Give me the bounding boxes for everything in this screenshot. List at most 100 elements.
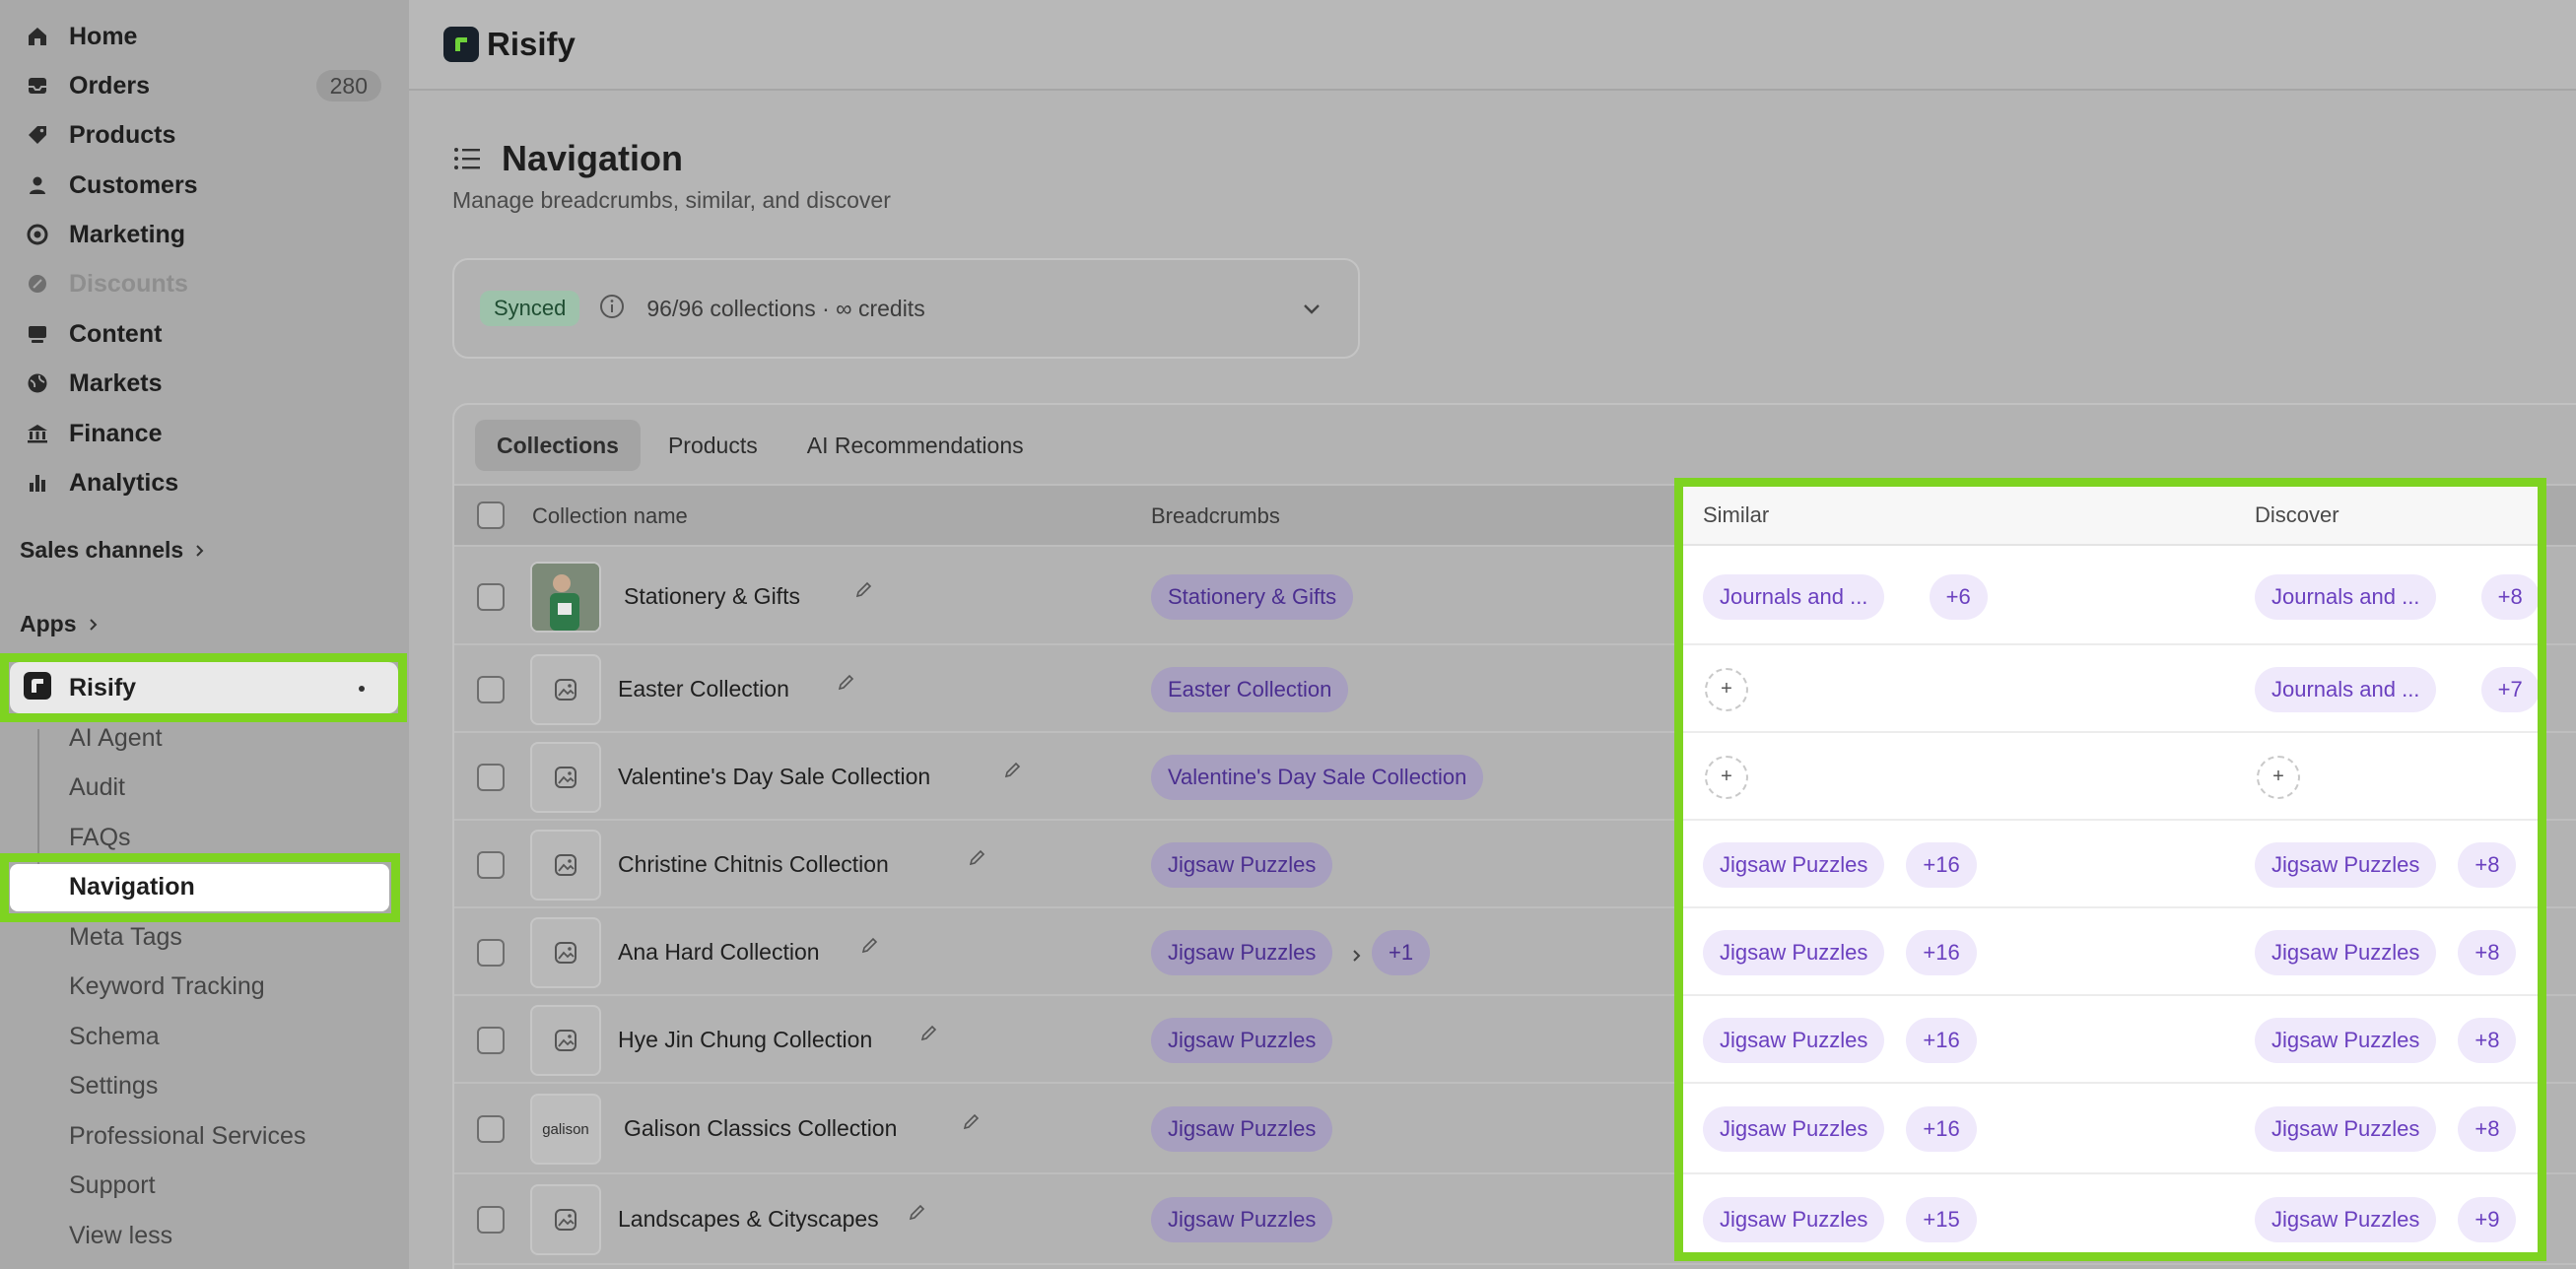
select-all-checkbox[interactable]	[477, 501, 505, 529]
similar-pill[interactable]: Jigsaw Puzzles	[1703, 1197, 1885, 1242]
sub-item-navigation-active[interactable]	[10, 864, 389, 911]
nav-markets[interactable]: Markets	[0, 360, 409, 407]
image-placeholder-icon	[530, 653, 601, 725]
discover-pill[interactable]: Jigsaw Puzzles	[2255, 929, 2437, 975]
apps-header[interactable]: Apps	[20, 611, 101, 637]
similar-more-pill[interactable]: +15	[1906, 1197, 1977, 1242]
sub-item-professional-services[interactable]: Professional Services	[69, 1122, 305, 1151]
row-checkbox[interactable]	[477, 850, 505, 879]
similar-more-pill[interactable]: +16	[1906, 929, 1977, 975]
discover-more-pill[interactable]: +7	[2480, 666, 2538, 712]
bank-icon	[24, 420, 51, 447]
discover-pill[interactable]: Journals and ...	[2255, 574, 2437, 620]
sub-item-keyword-tracking[interactable]: Keyword Tracking	[69, 972, 265, 1001]
breadcrumb-pill[interactable]: Jigsaw Puzzles	[1151, 929, 1333, 975]
breadcrumb-pill[interactable]: Jigsaw Puzzles	[1151, 841, 1333, 888]
nav-discounts[interactable]: Discounts	[0, 260, 409, 307]
sub-item-navigation[interactable]: Navigation	[69, 873, 195, 902]
collection-name[interactable]: Stationery & Gifts	[624, 583, 800, 610]
row-checkbox[interactable]	[477, 1115, 505, 1143]
edit-pencil-icon[interactable]	[962, 1111, 982, 1136]
breadcrumb-pill[interactable]: Jigsaw Puzzles	[1151, 1197, 1333, 1242]
collection-name[interactable]: Easter Collection	[618, 676, 789, 702]
breadcrumb-pill[interactable]: Jigsaw Puzzles	[1151, 1106, 1333, 1152]
row-checkbox[interactable]	[477, 583, 505, 611]
discover-more-pill[interactable]: +8	[2458, 1017, 2517, 1063]
collection-name[interactable]: Christine Chitnis Collection	[618, 851, 889, 878]
sub-item-settings[interactable]: Settings	[69, 1072, 158, 1101]
collection-name[interactable]: Landscapes & Cityscapes	[618, 1206, 879, 1233]
sub-item-faqs[interactable]: FAQs	[69, 824, 131, 852]
nav-orders[interactable]: Orders 280	[0, 62, 409, 109]
similar-more-pill[interactable]: +6	[1929, 574, 1988, 620]
row-checkbox[interactable]	[477, 938, 505, 967]
nav-home[interactable]: Home	[0, 13, 409, 60]
similar-pill[interactable]: Jigsaw Puzzles	[1703, 929, 1885, 975]
discover-more-pill[interactable]: +8	[2458, 1106, 2517, 1152]
discover-pill[interactable]: Jigsaw Puzzles	[2255, 1017, 2437, 1063]
tab-products[interactable]: Products	[646, 420, 780, 471]
discover-pill[interactable]: Jigsaw Puzzles	[2255, 1197, 2437, 1242]
nav-finance[interactable]: Finance	[0, 410, 409, 457]
nav-content[interactable]: Content	[0, 310, 409, 358]
edit-pencil-icon[interactable]	[854, 579, 874, 604]
nav-markets-label: Markets	[69, 368, 163, 397]
collection-name[interactable]: Galison Classics Collection	[624, 1115, 897, 1142]
sub-item-meta-tags[interactable]: Meta Tags	[69, 923, 182, 952]
sub-item-support[interactable]: Support	[69, 1171, 156, 1200]
sub-item-view-less[interactable]: View less	[69, 1222, 172, 1250]
tab-collections[interactable]: Collections	[475, 420, 641, 471]
edit-pencil-icon[interactable]	[908, 1202, 927, 1227]
collection-name[interactable]: Ana Hard Collection	[618, 939, 820, 966]
tab-ai-recommendations[interactable]: AI Recommendations	[785, 420, 1046, 471]
nav-marketing[interactable]: Marketing	[0, 211, 409, 258]
nav-analytics[interactable]: Analytics	[0, 459, 409, 506]
similar-more-pill[interactable]: +16	[1906, 841, 1977, 888]
similar-pill[interactable]: Jigsaw Puzzles	[1703, 1017, 1885, 1063]
risify-app-item[interactable]: Risify	[10, 662, 398, 713]
discover-more-pill[interactable]: +8	[2480, 574, 2538, 620]
collection-name[interactable]: Valentine's Day Sale Collection	[618, 764, 930, 790]
nav-products[interactable]: Products	[0, 111, 409, 159]
breadcrumb-pill[interactable]: Stationery & Gifts	[1151, 574, 1354, 620]
similar-pill[interactable]: Jigsaw Puzzles	[1703, 841, 1885, 888]
nav-customers[interactable]: Customers	[0, 162, 409, 209]
sales-channels-header[interactable]: Sales channels	[20, 537, 207, 564]
row-checkbox[interactable]	[477, 1206, 505, 1234]
similar-add-button[interactable]: +	[1705, 667, 1748, 711]
similar-more-pill[interactable]: +16	[1906, 1106, 1977, 1152]
similar-add-button[interactable]: +	[1705, 755, 1748, 799]
row-checkbox[interactable]	[477, 675, 505, 703]
breadcrumb-more-pill[interactable]: +1	[1372, 929, 1431, 975]
similar-pill[interactable]: Jigsaw Puzzles	[1703, 1106, 1885, 1152]
breadcrumb-pill[interactable]: Valentine's Day Sale Collection	[1151, 754, 1484, 800]
collection-name[interactable]: Hye Jin Chung Collection	[618, 1027, 872, 1053]
chevron-down-icon[interactable]	[1301, 298, 1322, 324]
risify-logo-icon	[443, 27, 479, 62]
discover-add-button[interactable]: +	[2257, 755, 2300, 799]
edit-pencil-icon[interactable]	[919, 1023, 939, 1047]
breadcrumb-pill[interactable]: Easter Collection	[1151, 666, 1349, 712]
row-checkbox[interactable]	[477, 1026, 505, 1054]
row-checkbox[interactable]	[477, 763, 505, 791]
breadcrumb-pill[interactable]: Jigsaw Puzzles	[1151, 1017, 1333, 1063]
discover-more-pill[interactable]: +8	[2458, 929, 2517, 975]
discover-pill[interactable]: Jigsaw Puzzles	[2255, 1106, 2437, 1152]
sub-item-audit[interactable]: Audit	[69, 773, 125, 802]
sub-item-ai-agent[interactable]: AI Agent	[69, 724, 163, 753]
discover-more-pill[interactable]: +8	[2458, 841, 2517, 888]
edit-pencil-icon[interactable]	[860, 935, 880, 960]
similar-pill[interactable]: Journals and ...	[1703, 574, 1885, 620]
tag-icon	[24, 121, 51, 149]
edit-pencil-icon[interactable]	[968, 847, 987, 872]
edit-pencil-icon[interactable]	[1003, 760, 1023, 784]
sub-item-schema[interactable]: Schema	[69, 1023, 160, 1051]
sync-status-card[interactable]: Synced 96/96 collections · ∞ credits	[452, 258, 1360, 359]
discover-more-pill[interactable]: +9	[2458, 1197, 2517, 1242]
discover-pill[interactable]: Journals and ...	[2255, 666, 2437, 712]
discover-pill[interactable]: Jigsaw Puzzles	[2255, 841, 2437, 888]
similar-more-pill[interactable]: +16	[1906, 1017, 1977, 1063]
info-icon[interactable]	[599, 294, 625, 324]
edit-pencil-icon[interactable]	[837, 672, 856, 697]
collection-thumbnail	[530, 562, 601, 633]
